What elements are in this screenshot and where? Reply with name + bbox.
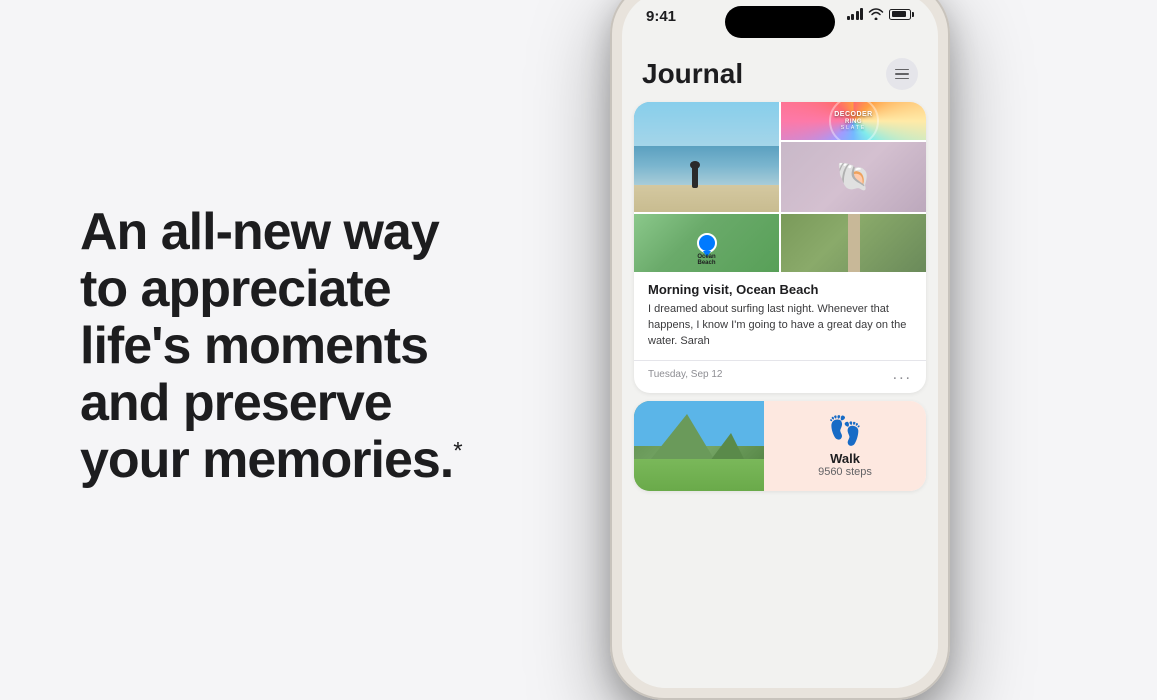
walk-icon: 👣 <box>828 414 863 447</box>
entry-body: I dreamed about surfing last night. When… <box>648 302 912 350</box>
app-header: Journal <box>622 46 938 98</box>
journal-card-1[interactable]: DECODER RING SLATE 🐚 OceanBeach <box>634 102 926 393</box>
headline-line4: and preserve <box>80 374 392 432</box>
beach-photo <box>634 102 779 212</box>
iphone-screen: 9:41 <box>622 0 938 688</box>
battery-icon <box>889 9 914 20</box>
right-section: 9:41 <box>560 0 1157 693</box>
walk-card: 👣 Walk 9560 steps <box>764 401 926 491</box>
menu-line-3 <box>895 78 909 80</box>
walk-steps: 9560 steps <box>818 466 872 478</box>
status-icons <box>847 8 915 20</box>
dynamic-island <box>725 6 835 38</box>
road-photo <box>781 214 926 272</box>
menu-line-2 <box>895 73 909 75</box>
entry-title: Morning visit, Ocean Beach <box>648 282 912 297</box>
entry-date: Tuesday, Sep 12 <box>648 369 723 380</box>
menu-line-1 <box>895 69 909 71</box>
iphone-frame: 9:41 <box>610 0 950 700</box>
shell-photo: 🐚 <box>781 142 926 213</box>
signal-icon <box>847 8 864 20</box>
app-content[interactable]: Journal <box>622 46 938 688</box>
headline: An all-new way to appreciate life's mome… <box>80 204 462 490</box>
podcast-title-decoder: DECODER <box>834 111 873 119</box>
headline-line5: your memories. <box>80 431 453 489</box>
journal-card-2[interactable]: 👣 Walk 9560 steps <box>634 401 926 491</box>
footnote-marker: * <box>453 438 461 465</box>
menu-button[interactable] <box>886 58 918 90</box>
shell-icon: 🐚 <box>836 160 871 193</box>
headline-line2: to appreciate <box>80 260 391 318</box>
walk-title: Walk <box>830 451 860 466</box>
map-tile: OceanBeach <box>634 214 779 272</box>
card-footer: Tuesday, Sep 12 ... <box>634 360 926 393</box>
podcast-source: SLATE <box>834 125 873 131</box>
more-options[interactable]: ... <box>893 367 912 383</box>
status-time: 9:41 <box>646 8 676 25</box>
left-section: An all-new way to appreciate life's mome… <box>0 144 560 550</box>
app-title: Journal <box>642 58 743 90</box>
headline-line1: An all-new way <box>80 203 439 261</box>
map-label: OceanBeach <box>697 254 715 266</box>
podcast-cover: DECODER RING SLATE <box>781 102 926 140</box>
map-location-dot <box>697 233 717 253</box>
card-text: Morning visit, Ocean Beach I dreamed abo… <box>634 272 926 360</box>
mountain-photo <box>634 401 764 491</box>
card-images: DECODER RING SLATE 🐚 OceanBeach <box>634 102 926 272</box>
wifi-icon <box>868 8 884 20</box>
headline-line3: life's moments <box>80 317 428 375</box>
